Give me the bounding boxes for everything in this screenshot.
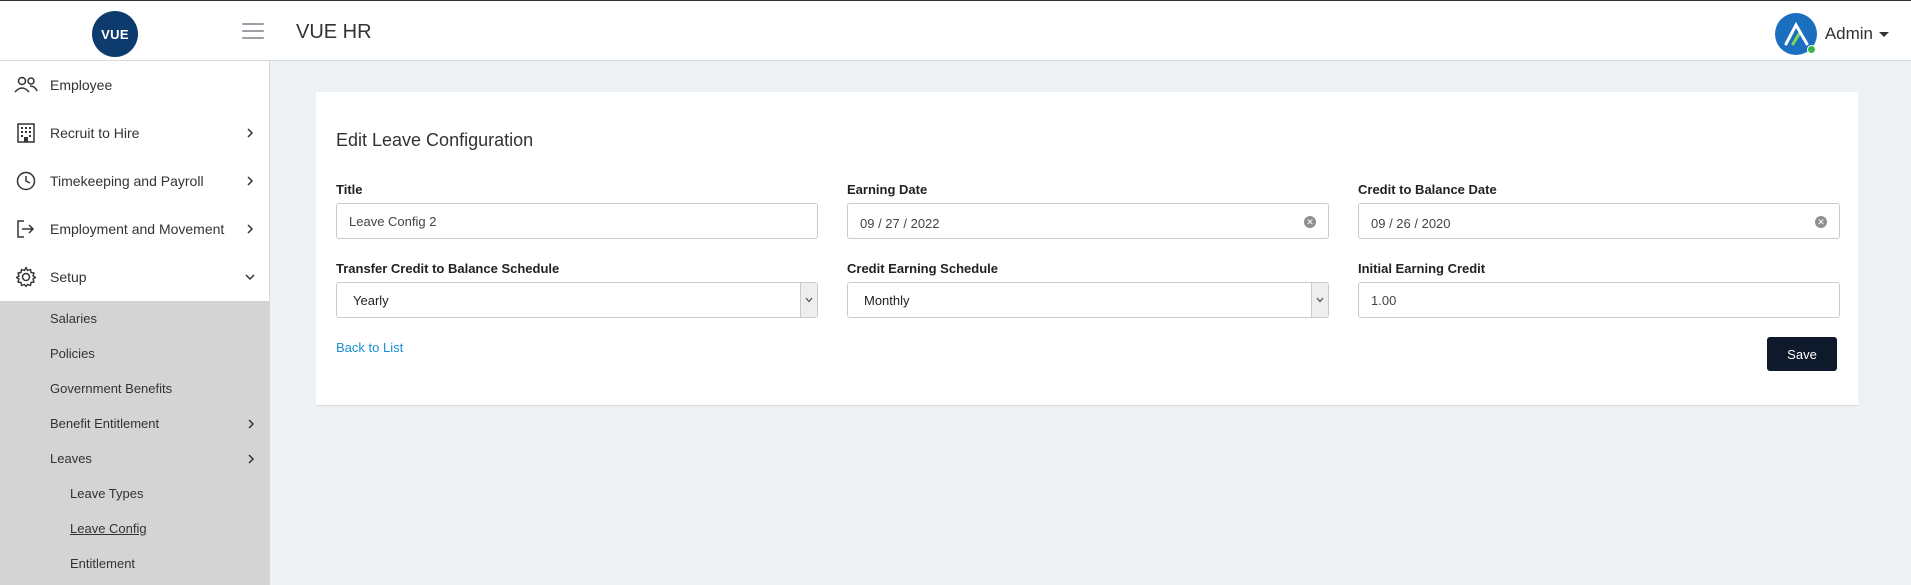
submenu-item-label: Leave Config [70,521,147,536]
input-value: 09 / 27 / 2022 [860,215,940,231]
chevron-right-icon [247,224,254,234]
submenu-item-label: Leave Types [70,486,144,501]
submenu-item-benefit-entitlement[interactable]: Benefit Entitlement [0,406,270,441]
clear-icon[interactable]: ✕ [1815,216,1827,228]
initial-earning-credit-input[interactable]: 1.00 [1358,282,1840,318]
sidebar-item-timekeeping-and-payroll[interactable]: Timekeeping and Payroll [0,157,269,205]
sidebar-item-employment-and-movement[interactable]: Employment and Movement [0,205,269,253]
clear-icon[interactable]: ✕ [1304,216,1316,228]
submenu-item-salaries[interactable]: Salaries [0,301,270,336]
credit-to-balance-date-input[interactable]: 09 / 26 / 2020 ✕ [1358,203,1840,239]
chevron-right-icon [247,176,254,186]
avatar [1774,13,1817,55]
setup-submenu: Salaries Policies Government Benefits Be… [0,301,270,585]
credit-to-balance-date-field-group: Credit to Balance Date 09 / 26 / 2020 ✕ [1358,182,1840,239]
save-button[interactable]: Save [1767,337,1837,371]
sidebar-item-label: Setup [50,269,87,285]
title-input[interactable]: Leave Config 2 [336,203,818,239]
clock-icon [14,169,38,193]
top-header: VUE VUE HR Admin [0,0,1911,61]
hamburger-menu-icon[interactable] [242,23,264,41]
transfer-schedule-field-group: Transfer Credit to Balance Schedule Year… [336,261,818,318]
earning-date-input[interactable]: 09 / 27 / 2022 ✕ [847,203,1329,239]
submenu-item-label: Entitlement [70,556,136,571]
earning-schedule-select[interactable]: Monthly [847,282,1329,318]
chevron-right-icon [248,418,255,429]
field-label: Earning Date [847,182,928,197]
submenu-item-leaves[interactable]: Leaves [0,441,270,476]
logo-text: VUE [101,26,129,42]
submenu-item-leave-config[interactable]: Leave Config [0,511,270,546]
field-label: Credit Earning Schedule [847,261,998,276]
app-title: VUE HR [296,21,372,43]
chevron-down-icon [1311,283,1328,317]
submenu-item-label: Government Benefits [50,381,173,396]
title-field-group: Title Leave Config 2 [336,182,818,239]
people-icon [14,73,38,97]
sidebar-item-setup[interactable]: Setup [0,253,269,301]
submenu-item-government-benefits[interactable]: Government Benefits [0,371,270,406]
edit-leave-config-card: Edit Leave Configuration Title Leave Con… [316,92,1858,406]
chevron-down-icon [245,274,255,281]
field-label: Title [336,182,363,197]
field-label: Credit to Balance Date [1358,182,1497,197]
app-logo[interactable]: VUE [92,11,138,57]
select-value: Yearly [353,292,389,308]
input-value: Leave Config 2 [349,213,437,229]
earning-date-field-group: Earning Date 09 / 27 / 2022 ✕ [847,182,1329,239]
gear-icon [14,265,38,289]
submenu-item-policies[interactable]: Policies [0,336,270,371]
initial-credit-field-group: Initial Earning Credit 1.00 [1358,261,1840,318]
submenu-item-label: Benefit Entitlement [50,416,160,431]
earning-schedule-field-group: Credit Earning Schedule Monthly [847,261,1329,318]
field-label: Transfer Credit to Balance Schedule [336,261,560,276]
sidebar-item-label: Timekeeping and Payroll [50,173,204,189]
chevron-down-icon [800,283,817,317]
transfer-schedule-select[interactable]: Yearly [336,282,818,318]
building-icon [14,121,38,145]
input-value: 09 / 26 / 2020 [1371,215,1451,231]
submenu-item-entitlement[interactable]: Entitlement [0,546,270,581]
sign-in-icon [14,217,38,241]
submenu-item-label: Leaves [50,451,92,466]
sidebar-item-recruit-to-hire[interactable]: Recruit to Hire [0,109,269,157]
field-label: Initial Earning Credit [1358,261,1486,276]
submenu-item-leave-types[interactable]: Leave Types [0,476,270,511]
sidebar-item-employee[interactable]: Employee [0,61,269,109]
page-title: Edit Leave Configuration [336,130,534,150]
select-value: Monthly [864,292,910,308]
chevron-right-icon [247,128,254,138]
sidebar: Employee Recruit to Hire Timekeeping and… [0,61,270,585]
caret-down-icon [1879,31,1889,37]
input-value: 1.00 [1371,292,1397,308]
sidebar-item-label: Recruit to Hire [50,125,140,141]
sidebar-item-label: Employment and Movement [50,221,225,237]
online-status-icon [1806,45,1816,54]
sidebar-item-label: Employee [50,77,113,93]
user-menu[interactable]: Admin [1774,13,1889,55]
chevron-right-icon [248,453,255,464]
back-to-list-link[interactable]: Back to List [336,340,403,355]
user-name: Admin [1824,24,1873,43]
submenu-item-label: Policies [50,346,95,361]
submenu-item-label: Salaries [50,311,97,326]
